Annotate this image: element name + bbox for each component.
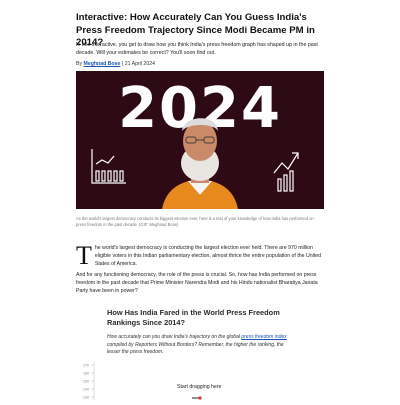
instructions-text-before: How accurately can you draw India's traj… (107, 334, 242, 340)
byline-separator: | (121, 61, 124, 67)
y-axis-ticks: 170 160 150 140 130 (83, 364, 94, 400)
author-link[interactable]: Meghnad Bose (84, 61, 121, 67)
paragraph-1: T he world's largest democracy is conduc… (76, 241, 324, 270)
y-tick-1: 160 (83, 372, 94, 376)
y-tick-label: 130 (83, 396, 89, 400)
byline: By Meghnad Bose | 21 April 2024 (76, 61, 155, 67)
y-tick-label: 160 (83, 372, 89, 376)
interactive-instructions: How accurately can you draw India's traj… (107, 334, 293, 357)
paragraph-2: And for any functioning democracy, the r… (76, 272, 318, 294)
image-caption: As the world's largest democracy conduct… (76, 216, 314, 228)
article-deck: In this interactive, you get to draw how… (76, 42, 318, 57)
y-tick-label: 150 (83, 380, 89, 384)
y-tick-3: 140 (83, 388, 94, 392)
chart-doodle-icon (91, 149, 126, 184)
press-freedom-index-link[interactable]: press freedom index (241, 334, 286, 340)
draw-chart-canvas[interactable]: 170 160 150 140 130 (80, 362, 320, 400)
paragraph-1-text: he world's largest democracy is conducti… (94, 245, 321, 267)
trend-arrow-icon (273, 152, 299, 192)
publish-date: 21 April 2024 (124, 61, 155, 67)
portrait-illustration (91, 118, 299, 209)
hero-image: 2024 (76, 71, 324, 209)
drop-cap: T (76, 241, 92, 270)
y-tick-label: 140 (83, 388, 89, 392)
y-tick-4: 130 (83, 396, 94, 400)
y-tick-label: 170 (83, 364, 89, 368)
y-tick-2: 150 (83, 380, 94, 384)
draw-chart[interactable]: 170 160 150 140 130 (80, 362, 320, 400)
instructions-text-after: compiled by Reporters Without Borders? R… (107, 341, 284, 356)
y-tick-0: 170 (83, 364, 94, 368)
interactive-title: How Has India Fared in the World Press F… (107, 308, 280, 327)
byline-prefix: By (76, 61, 83, 67)
drag-hint-label: Start dragging here (177, 384, 222, 390)
drag-handle[interactable] (198, 396, 202, 400)
